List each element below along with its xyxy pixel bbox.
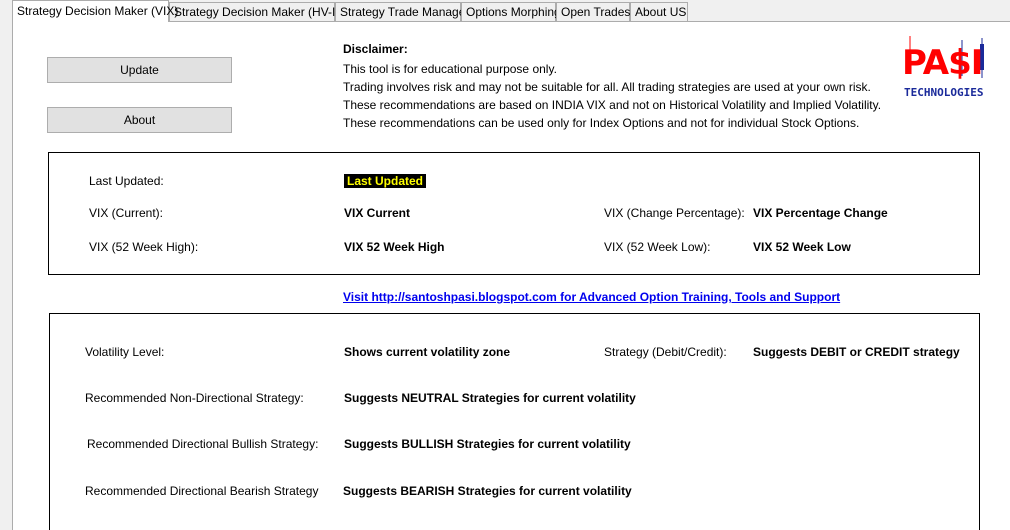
logo-graphic: PA$I TECHNOLOGIES [902,36,984,99]
tab-about-us[interactable]: About US [630,2,688,21]
tab-open-trades[interactable]: Open Trades [556,2,630,21]
disclaimer-line: These recommendations can be used only f… [343,116,860,130]
disclaimer-line: This tool is for educational purpose onl… [343,62,557,76]
strategy-debit-credit-value: Suggests DEBIT or CREDIT strategy [753,345,960,359]
logo-text: PA$I [902,43,982,83]
bullish-value: Suggests BULLISH Strategies for current … [344,437,631,451]
vix-52w-low-value: VIX 52 Week Low [753,240,851,254]
non-directional-value: Suggests NEUTRAL Strategies for current … [344,391,636,405]
blog-link[interactable]: Visit http://santoshpasi.blogspot.com fo… [343,290,840,304]
last-updated-value: Last Updated [344,174,427,188]
vix-change-label: VIX (Change Percentage): [604,206,745,220]
vix-52w-high-value: VIX 52 Week High [344,240,445,254]
vix-52w-low-label: VIX (52 Week Low): [604,240,711,254]
tab-bar: Strategy Decision Maker (VIX) Strategy D… [0,0,1010,22]
vix-current-value: VIX Current [344,206,411,220]
volatility-level-label: Volatility Level: [85,345,165,359]
strategy-debit-credit-label: Strategy (Debit/Credit): [604,345,727,359]
non-directional-label: Recommended Non-Directional Strategy: [85,391,304,405]
vix-current-label: VIX (Current): [89,206,164,220]
about-button[interactable]: About [47,107,232,133]
update-button[interactable]: Update [47,57,232,83]
tab-options-morphing[interactable]: Options Morphing [461,2,561,21]
bullish-label: Recommended Directional Bullish Strategy… [87,437,319,451]
tab-strategy-trade-manager[interactable]: Strategy Trade Manager [335,2,469,21]
logo-subtitle: TECHNOLOGIES [904,86,983,99]
volatility-level-value: Shows current volatility zone [344,345,511,359]
vix-change-value: VIX Percentage Change [753,206,888,220]
disclaimer-line: These recommendations are based on INDIA… [343,98,882,112]
bearish-value: Suggests BEARISH Strategies for current … [343,484,632,498]
bearish-label: Recommended Directional Bearish Strategy [85,484,319,498]
disclaimer-line: Trading involves risk and may not be sui… [343,80,871,94]
tab-strategy-decision-maker-hv-iv[interactable]: Strategy Decision Maker (HV-IV) [169,2,347,21]
vix-52w-high-label: VIX (52 Week High): [89,240,199,254]
tab-strategy-decision-maker-vix[interactable]: Strategy Decision Maker (VIX) [12,0,178,22]
pasi-technologies-logo: PA$I TECHNOLOGIES [898,34,988,104]
disclaimer-title: Disclaimer: [343,42,408,56]
last-updated-label: Last Updated: [89,174,164,188]
